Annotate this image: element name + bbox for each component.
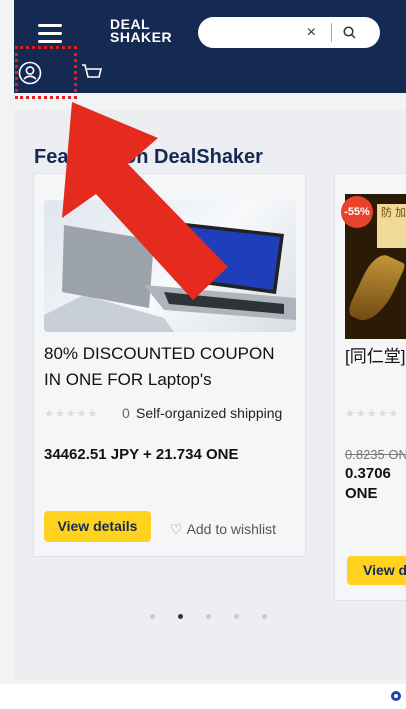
cart-icon[interactable] [80,61,104,85]
product-price: 0.3706 ONE [345,465,391,502]
search-input[interactable]: × [198,17,380,48]
discount-badge: -55% [341,196,373,228]
heart-icon: ♡ [170,521,183,537]
carousel-indicator [150,614,267,619]
rating-stars: ★★★★★ [44,408,99,420]
product-card[interactable]: 80% DISCOUNTED COUPON IN ONE FOR Laptop'… [33,173,306,557]
product-card[interactable]: -55% 防 加 [同仁堂] ★★★★★ 0.8235 ON 0.3706 ON… [334,173,406,601]
section-title: Featured on DealShaker [34,146,263,168]
search-icon[interactable] [343,26,356,39]
dealshaker-logo[interactable]: DEAL SHAKER [110,17,172,44]
highlight-box [15,46,77,99]
product-price: 34462.51 JPY + 21.734 ONE [44,446,239,463]
clear-search-icon[interactable]: × [307,24,316,42]
product-title[interactable]: [同仁堂] [345,342,405,367]
add-to-wishlist[interactable]: ♡ Add to wishlist [170,521,276,538]
search-divider [331,23,332,42]
carousel-dot[interactable] [178,614,183,619]
rating-stars: ★★★★★ [345,408,400,420]
original-price: 0.8235 ON [345,447,406,462]
laptop-image[interactable] [44,200,296,332]
menu-icon[interactable] [38,24,62,44]
footer-bar [0,684,406,709]
carousel-dot[interactable] [150,614,155,619]
carousel-dot[interactable] [262,614,267,619]
carousel-dot[interactable] [206,614,211,619]
shipping-info: Self-organized shipping [136,405,283,421]
product-title[interactable]: 80% DISCOUNTED COUPON IN ONE FOR Laptop'… [44,341,294,393]
rating-count: 0 [122,405,130,421]
view-details-button[interactable]: View details [44,511,151,542]
carousel-dot[interactable] [234,614,239,619]
view-details-button[interactable]: View de [347,556,406,585]
promo-tag: 防 加 [377,204,406,248]
chat-icon[interactable] [391,691,401,701]
